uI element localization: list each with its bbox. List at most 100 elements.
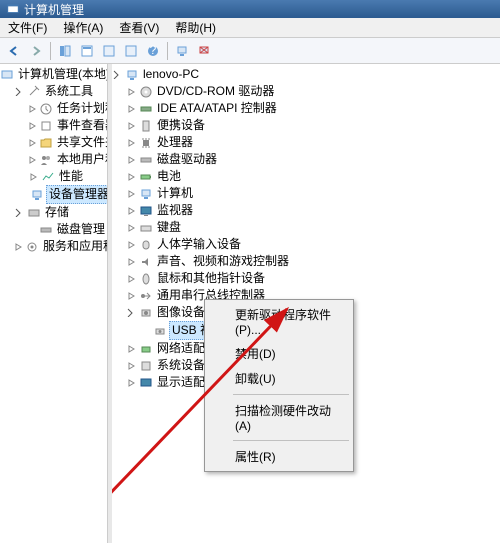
ctx-uninstall[interactable]: 卸载(U) [207,366,351,391]
app-icon [6,2,20,16]
disk-icon [139,153,153,167]
right-pane: lenovo-PCDVD/CD-ROM 驱动器IDE ATA/ATAPI 控制器… [112,64,500,543]
expand-icon[interactable] [126,103,137,114]
expand-icon[interactable] [126,222,137,233]
hid-icon [139,238,153,252]
tree-services[interactable]: 服务和应用程序 [0,238,107,255]
expand-icon[interactable] [126,273,137,284]
device-mouse[interactable]: 鼠标和其他指针设备 [112,270,500,287]
expand-icon[interactable] [28,171,39,182]
tree-storage[interactable]: 存储 [0,204,107,221]
scan-button[interactable] [172,41,192,61]
device-dvd[interactable]: DVD/CD-ROM 驱动器 [112,83,500,100]
properties-button[interactable] [77,41,97,61]
clock-icon [39,102,53,116]
expand-icon[interactable] [28,137,37,148]
expand-icon[interactable] [126,137,137,148]
monitor-icon [139,204,153,218]
show-hide-button[interactable] [55,41,75,61]
ide-icon [139,102,153,116]
menu-view[interactable]: 查看(V) [115,17,163,38]
ctx-update-driver[interactable]: 更新驱动程序软件(P)... [207,302,351,341]
tree-local-users[interactable]: 本地用户和组 [0,151,107,168]
menu-action[interactable]: 操作(A) [59,17,107,38]
tree-sys-tools[interactable]: 系统工具 [0,83,107,100]
tree-disk-mgmt[interactable]: 磁盘管理 [0,221,107,238]
portable-icon [139,119,153,133]
expand-icon[interactable] [126,188,137,199]
export-button[interactable] [121,41,141,61]
collapse-icon[interactable] [112,69,123,80]
collapse-icon[interactable] [14,207,25,218]
mouse-icon [139,272,153,286]
expand-icon[interactable] [14,241,23,252]
device-hid[interactable]: 人体学输入设备 [112,236,500,253]
expand-icon[interactable] [126,120,137,131]
tools-icon [27,85,41,99]
tree-root[interactable]: 计算机管理(本地) [0,66,107,83]
svg-text:?: ? [150,44,157,57]
expand-icon[interactable] [126,256,137,267]
forward-button[interactable] [26,41,46,61]
device-ide[interactable]: IDE ATA/ATAPI 控制器 [112,100,500,117]
devmgr-icon [30,188,44,202]
device-disk[interactable]: 磁盘驱动器 [112,151,500,168]
device-computer[interactable]: 计算机 [112,185,500,202]
ctx-disable[interactable]: 禁用(D) [207,341,351,366]
ctx-scan[interactable]: 扫描检测硬件改动(A) [207,398,351,437]
keyboard-icon [139,221,153,235]
expand-icon[interactable] [126,205,137,216]
device-battery[interactable]: 电池 [112,168,500,185]
computer-icon [125,68,139,82]
titlebar: 计算机管理 [0,0,500,18]
help-button[interactable]: ? [143,41,163,61]
ctx-properties[interactable]: 属性(R) [207,444,351,469]
menu-file[interactable]: 文件(F) [4,17,51,38]
ctx-separator [233,394,349,395]
device-portable[interactable]: 便携设备 [112,117,500,134]
usb-icon [139,289,153,303]
back-button[interactable] [4,41,24,61]
perf-icon [41,170,55,184]
device-sound[interactable]: 声音、视频和游戏控制器 [112,253,500,270]
expand-icon[interactable] [126,154,137,165]
device-keyboard[interactable]: 键盘 [112,219,500,236]
expand-icon[interactable] [126,290,137,301]
event-icon [39,119,53,133]
expand-icon[interactable] [126,86,137,97]
expand-icon[interactable] [126,343,137,354]
computer-mgmt-icon [0,68,14,82]
menu-help[interactable]: 帮助(H) [171,17,220,38]
expand-icon[interactable] [126,171,137,182]
content: 计算机管理(本地) 系统工具 任务计划程序 事件查看器 共享文件夹 本地用户和组… [0,64,500,543]
tree-task-scheduler[interactable]: 任务计划程序 [0,100,107,117]
toolbar-separator [167,42,168,60]
menubar: 文件(F) 操作(A) 查看(V) 帮助(H) [0,18,500,38]
expand-icon[interactable] [28,154,37,165]
collapse-icon[interactable] [126,307,137,318]
disk-icon [39,223,53,237]
refresh-button[interactable] [99,41,119,61]
tree-performance[interactable]: 性能 [0,168,107,185]
expand-icon[interactable] [28,103,37,114]
uninstall-button[interactable] [194,41,214,61]
storage-icon [27,206,41,220]
tree-device-manager[interactable]: 设备管理器 [0,185,107,204]
device-processor[interactable]: 处理器 [112,134,500,151]
tree-event-viewer[interactable]: 事件查看器 [0,117,107,134]
system-icon [139,359,153,373]
ctx-separator [233,440,349,441]
services-icon [25,240,39,254]
device-monitor[interactable]: 监视器 [112,202,500,219]
imaging-icon [139,306,153,320]
expand-icon[interactable] [28,120,37,131]
computer-icon [139,187,153,201]
no-expand [28,224,37,235]
network-icon [139,342,153,356]
collapse-icon[interactable] [14,86,25,97]
expand-icon[interactable] [126,239,137,250]
expand-icon[interactable] [126,377,137,388]
expand-icon[interactable] [126,360,137,371]
tree-shared-folders[interactable]: 共享文件夹 [0,134,107,151]
device-root[interactable]: lenovo-PC [112,66,500,83]
